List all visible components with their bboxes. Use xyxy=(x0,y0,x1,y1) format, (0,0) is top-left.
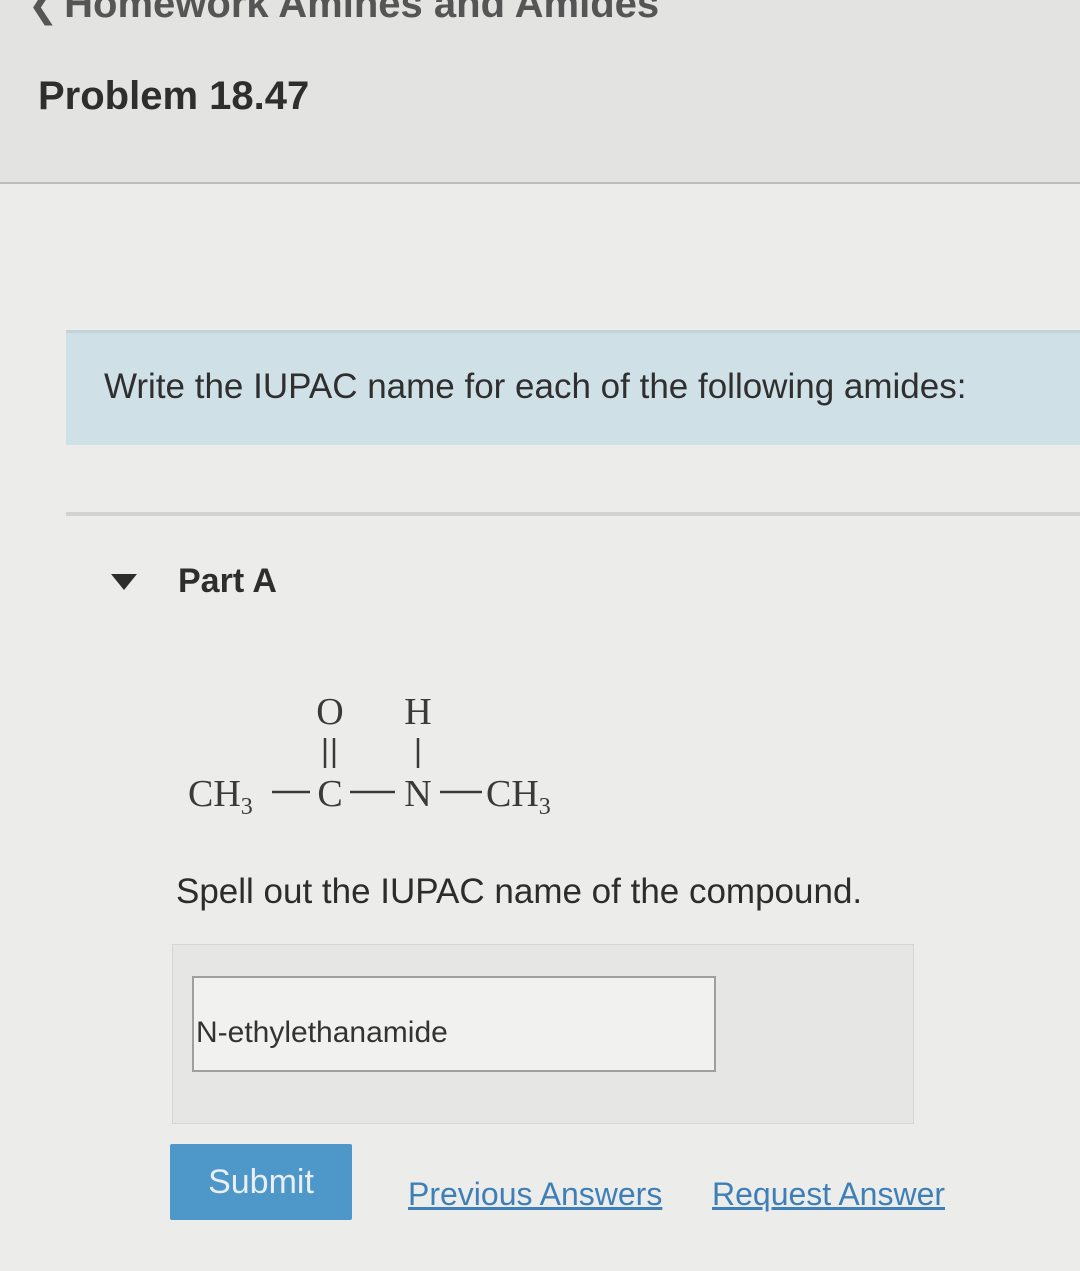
part-divider xyxy=(66,512,1080,516)
problem-title: Problem 18.47 xyxy=(38,74,310,118)
answer-input[interactable] xyxy=(192,976,716,1072)
atom-c: C xyxy=(317,773,342,815)
question-prompt: Spell out the IUPAC name of the compound… xyxy=(176,872,863,911)
atom-h: H xyxy=(404,691,431,733)
part-a-toggle[interactable] xyxy=(104,562,144,602)
caret-down-icon xyxy=(111,574,137,590)
part-a-label: Part A xyxy=(178,562,277,600)
atom-n: N xyxy=(404,773,431,815)
atom-o: O xyxy=(316,691,343,733)
request-answer-link[interactable]: Request Answer xyxy=(712,1176,945,1213)
breadcrumb-label: Homework Amines and Amides xyxy=(64,0,660,26)
amide-structure: O H CH3 C N CH3 xyxy=(188,691,551,820)
group-ch3-right: CH3 xyxy=(486,773,551,820)
ch3-right-text: CH xyxy=(486,773,539,815)
ch3-left-subscript: 3 xyxy=(241,794,253,820)
ch3-right-subscript: 3 xyxy=(539,794,551,820)
instructions-box: Write the IUPAC name for each of the fol… xyxy=(66,330,1080,445)
previous-answers-link[interactable]: Previous Answers xyxy=(408,1176,662,1213)
header-bar: ❮ Homework Amines and Amides Problem 18.4… xyxy=(0,0,1080,184)
breadcrumb[interactable]: ❮ Homework Amines and Amides xyxy=(28,0,659,25)
instructions-text: Write the IUPAC name for each of the fol… xyxy=(104,367,967,406)
submit-button[interactable]: Submit xyxy=(170,1144,352,1220)
ch3-left-text: CH xyxy=(188,773,241,815)
group-ch3-left: CH3 xyxy=(188,773,253,820)
chevron-left-icon: ❮ xyxy=(28,0,59,25)
